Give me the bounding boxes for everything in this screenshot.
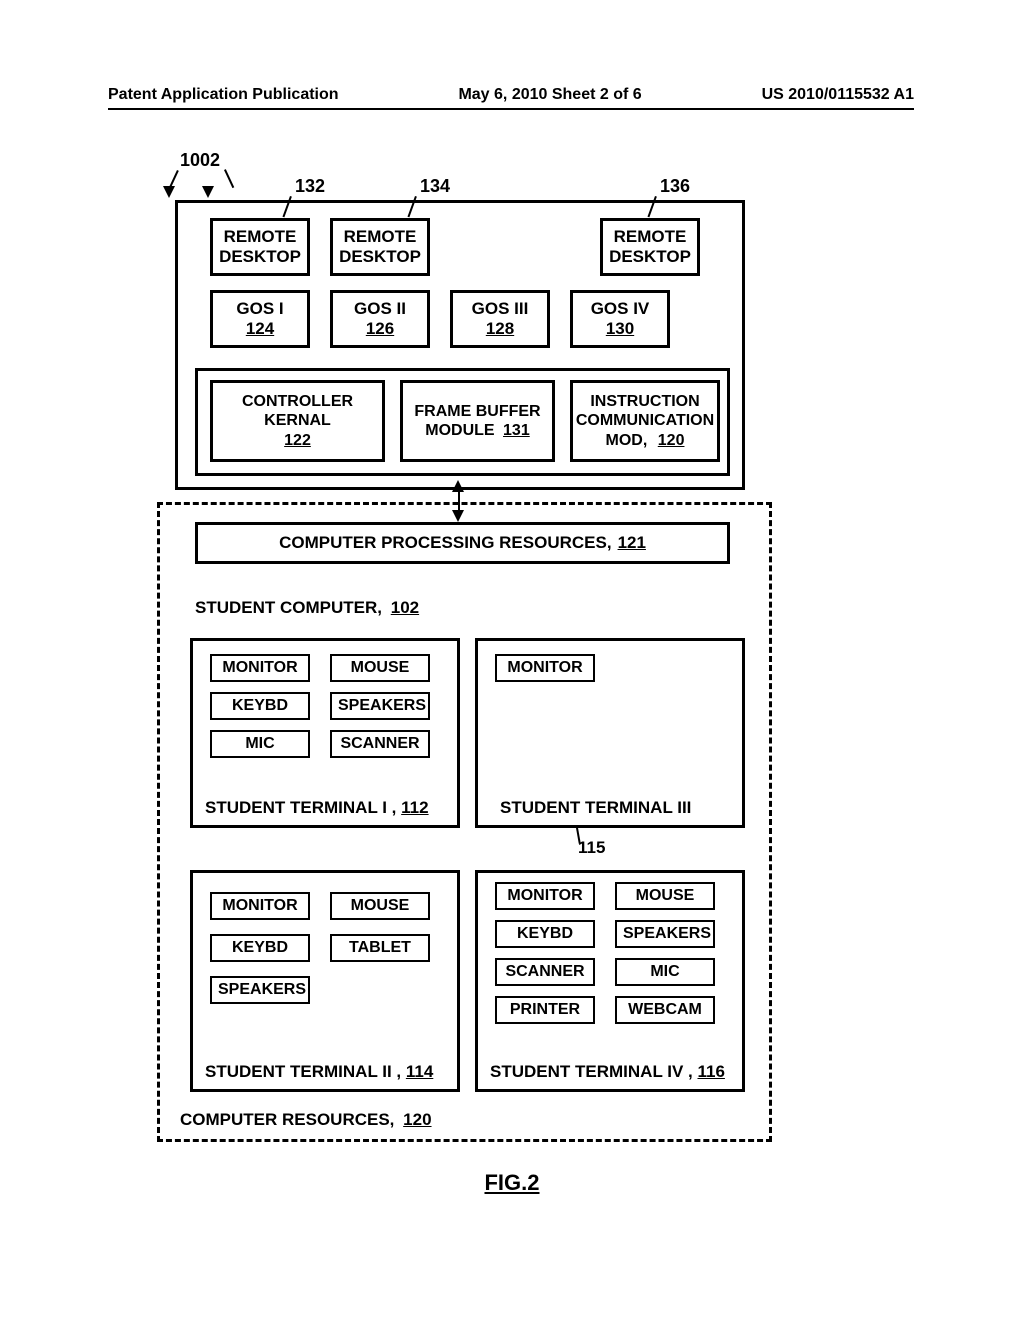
dev-scanner: SCANNER (330, 730, 430, 758)
kernel-l2: KERNAL (264, 411, 331, 430)
icm-l2: COMMUNICATION (576, 411, 714, 430)
figure-label: FIG.2 (0, 1170, 1024, 1196)
terminal-3-label: STUDENT TERMINAL III (500, 798, 691, 818)
terminal-1-label: STUDENT TERMINAL I , 112 (205, 798, 429, 818)
gos-3: GOS III 128 (450, 290, 550, 348)
dev-speakers: SPEAKERS (615, 920, 715, 948)
dev-scanner: SCANNER (495, 958, 595, 986)
terminal-4-label: STUDENT TERMINAL IV , 116 (490, 1062, 725, 1082)
leader-line (224, 169, 234, 188)
gos-1-num: 124 (246, 319, 274, 339)
frame-buffer-module: FRAME BUFFER MODULE 131 (400, 380, 555, 462)
dev-keybd: KEYBD (495, 920, 595, 948)
lead-134: 134 (420, 176, 450, 197)
arrow-icon (202, 186, 214, 198)
gos-4: GOS IV 130 (570, 290, 670, 348)
dev-speakers: SPEAKERS (210, 976, 310, 1004)
gos-3-name: GOS III (472, 299, 529, 319)
gos-1-name: GOS I (236, 299, 283, 319)
computer-resources-label: COMPUTER RESOURCES, 120 (180, 1110, 432, 1130)
gos-2: GOS II 126 (330, 290, 430, 348)
gos-1: GOS I 124 (210, 290, 310, 348)
dev-speakers: SPEAKERS (330, 692, 430, 720)
gos-2-name: GOS II (354, 299, 406, 319)
icm-num: 120 (658, 432, 685, 449)
kernel-num: 122 (284, 431, 311, 450)
controller-kernel: CONTROLLER KERNAL 122 (210, 380, 385, 462)
cpr-num: 121 (618, 533, 646, 553)
dev-mouse: MOUSE (330, 892, 430, 920)
arrow-up-icon (452, 480, 464, 492)
figure-diagram: 1002 132 134 136 REMOTE DESKTOP REMOTE D… (150, 150, 790, 1150)
remote-desktop-2: REMOTE DESKTOP (330, 218, 430, 276)
fb-num: 131 (503, 422, 530, 439)
dev-mouse: MOUSE (615, 882, 715, 910)
remote-desktop-1: REMOTE DESKTOP (210, 218, 310, 276)
gos-2-num: 126 (366, 319, 394, 339)
student-computer-label: STUDENT COMPUTER, 102 (195, 598, 419, 618)
dev-keybd: KEYBD (210, 692, 310, 720)
dev-monitor: MONITOR (495, 882, 595, 910)
dev-webcam: WEBCAM (615, 996, 715, 1024)
dev-monitor: MONITOR (210, 654, 310, 682)
icm-l3: MOD, (606, 432, 648, 449)
dev-printer: PRINTER (495, 996, 595, 1024)
sheet-info: May 6, 2010 Sheet 2 of 6 (458, 86, 641, 104)
patent-number: US 2010/0115532 A1 (762, 86, 914, 104)
dev-mouse: MOUSE (330, 654, 430, 682)
instruction-comm-mod: INSTRUCTION COMMUNICATION MOD, 120 (570, 380, 720, 462)
page-header: Patent Application Publication May 6, 20… (0, 86, 1024, 110)
computer-processing-resources: COMPUTER PROCESSING RESOURCES, 121 (195, 522, 730, 564)
lead-136: 136 (660, 176, 690, 197)
dev-mic: MIC (210, 730, 310, 758)
publication-label: Patent Application Publication (108, 86, 339, 104)
lead-115: 115 (578, 838, 605, 858)
dev-keybd: KEYBD (210, 934, 310, 962)
lead-1002: 1002 (180, 150, 220, 171)
terminal-2-label: STUDENT TERMINAL II , 114 (205, 1062, 433, 1082)
gos-4-num: 130 (606, 319, 634, 339)
dev-monitor: MONITOR (495, 654, 595, 682)
fb-l1: FRAME BUFFER (414, 402, 540, 421)
remote-desktop-3: REMOTE DESKTOP (600, 218, 700, 276)
kernel-l1: CONTROLLER (242, 392, 353, 411)
cpr-label: COMPUTER PROCESSING RESOURCES, (279, 533, 612, 553)
dev-tablet: TABLET (330, 934, 430, 962)
dev-mic: MIC (615, 958, 715, 986)
lead-132: 132 (295, 176, 325, 197)
gos-4-name: GOS IV (591, 299, 650, 319)
icm-l1: INSTRUCTION (590, 392, 699, 411)
gos-3-num: 128 (486, 319, 514, 339)
fb-l2: MODULE (425, 422, 494, 439)
dev-monitor: MONITOR (210, 892, 310, 920)
